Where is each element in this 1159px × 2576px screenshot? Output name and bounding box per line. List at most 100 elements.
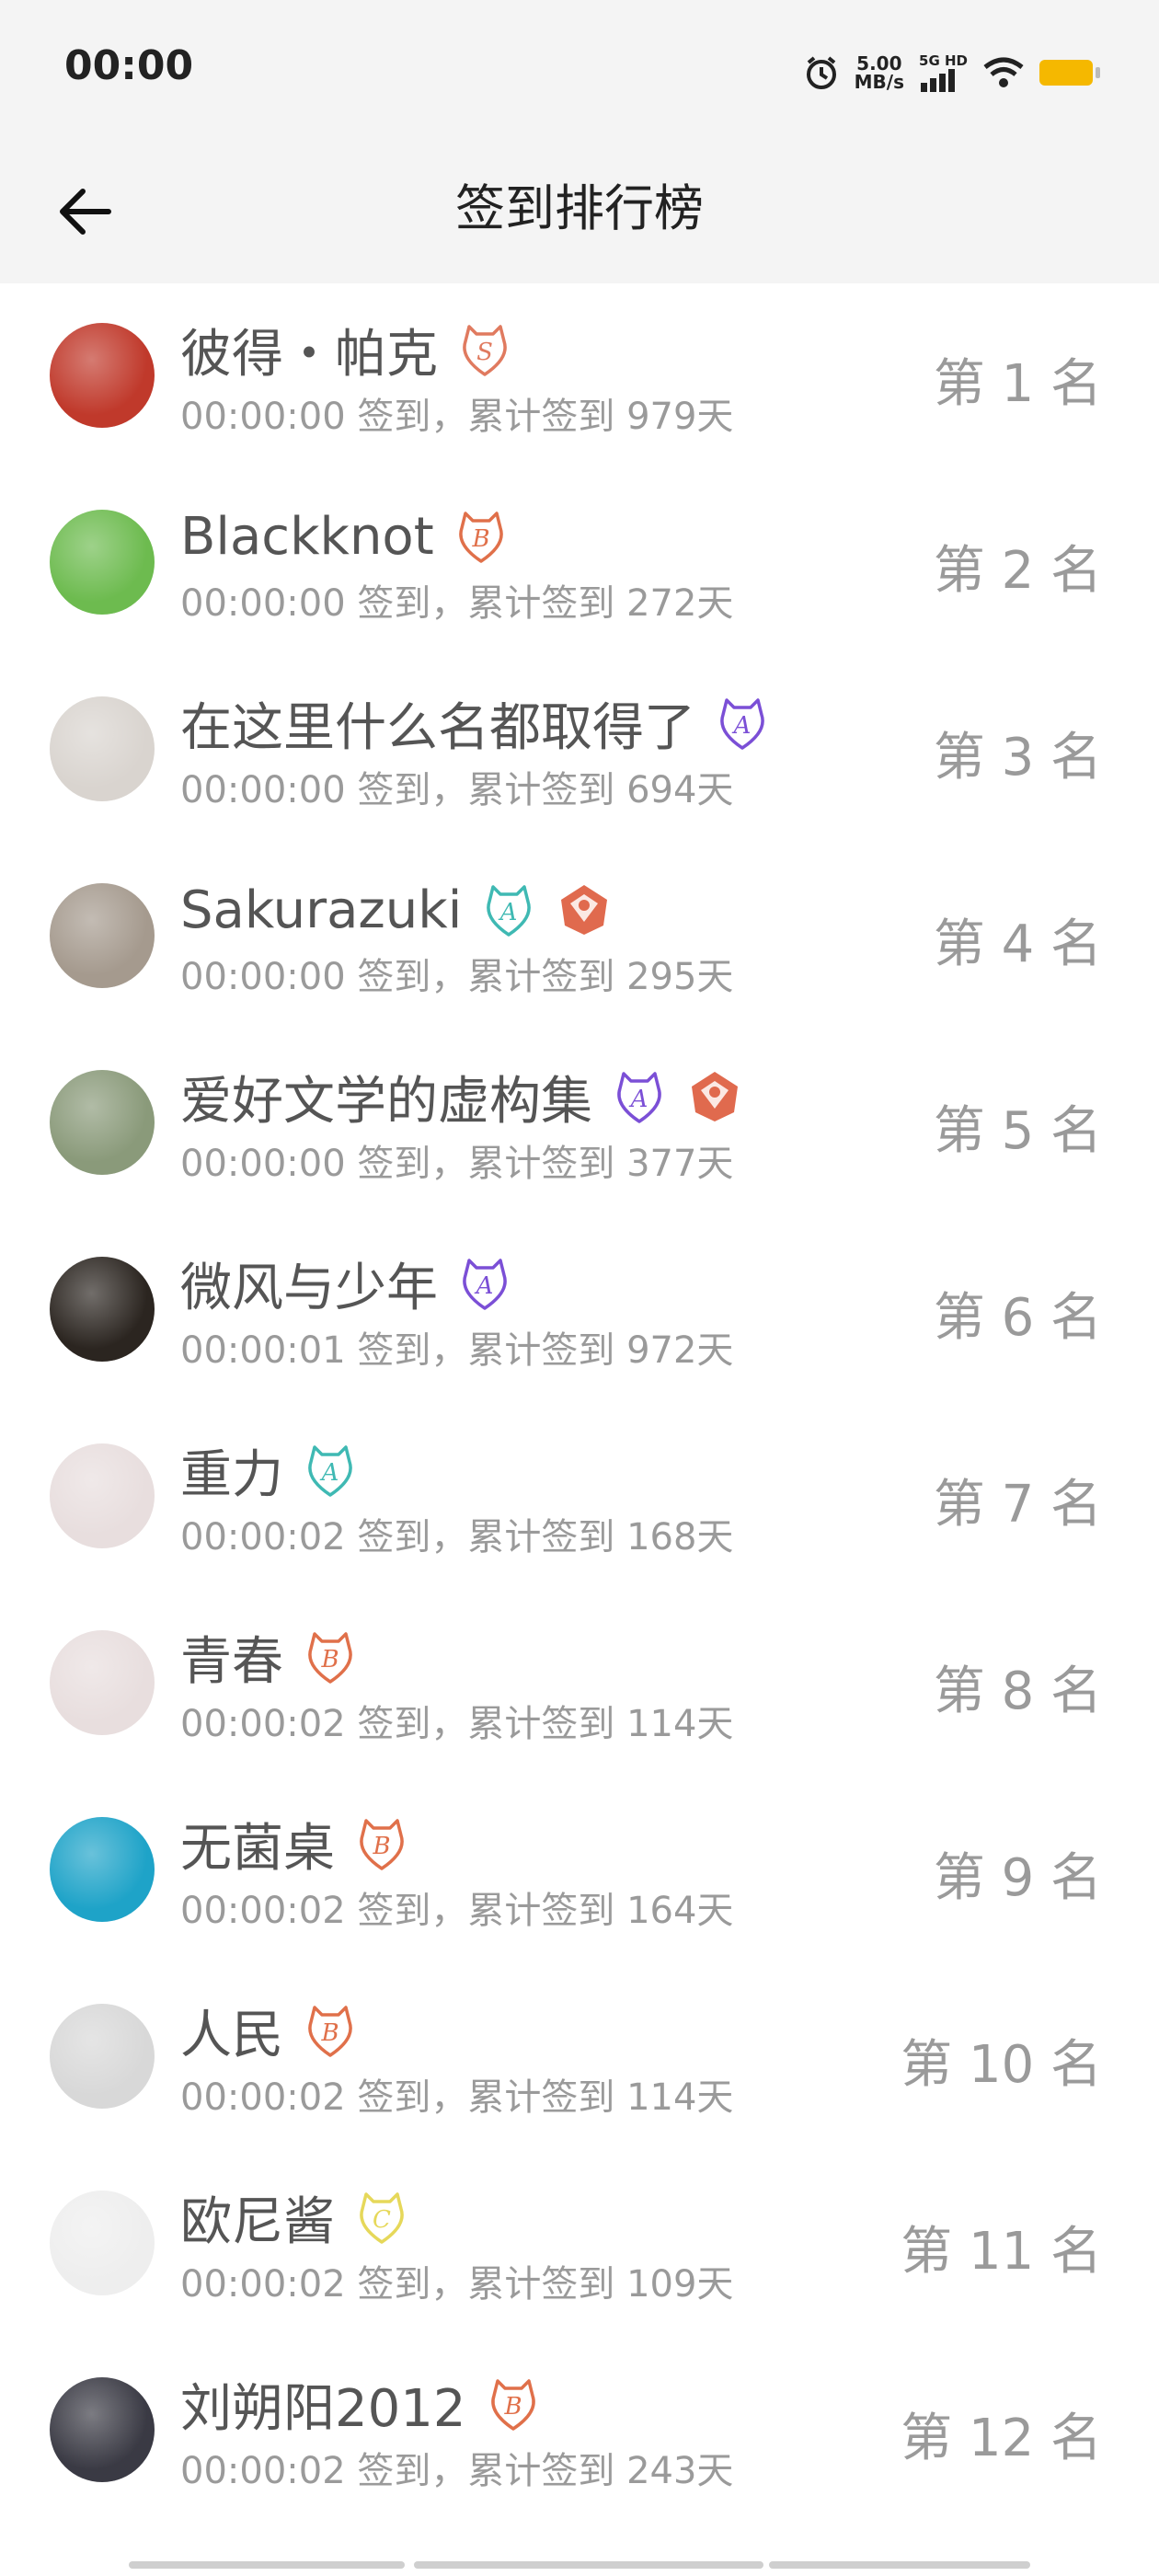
list-item[interactable]: 无菌桌 B 00:00:02 签到，累计签到 164天 第 9 名 (0, 1777, 1159, 1964)
cell-signal: 5G HD (919, 52, 968, 92)
user-name[interactable]: 微风与少年 (180, 1247, 438, 1321)
app-header: 签到排行榜 (0, 138, 1159, 283)
rank-label: 第 9 名 (933, 1848, 1102, 1908)
user-name[interactable]: Blackknot (180, 507, 434, 567)
list-item[interactable]: 青春 B 00:00:02 签到，累计签到 114天 第 8 名 (0, 1591, 1159, 1777)
net-speed-unit: MB/s (854, 71, 905, 93)
list-item[interactable]: 人民 B 00:00:02 签到，累计签到 114天 第 10 名 (0, 1964, 1159, 2151)
user-name[interactable]: 无菌桌 (180, 1807, 335, 1881)
scroll-indicator (129, 2561, 405, 2569)
level-badge-icon: A (714, 695, 771, 752)
user-name[interactable]: 爱好文学的虚构集 (180, 1060, 592, 1134)
user-name[interactable]: 在这里什么名都取得了 (180, 686, 695, 761)
rank-label: 第 7 名 (933, 1475, 1102, 1535)
list-item[interactable]: 在这里什么名都取得了 A 00:00:00 签到，累计签到 694天 第 3 名 (0, 657, 1159, 844)
ranking-list: 彼得・帕克 S 00:00:00 签到，累计签到 979天 第 1 名 Blackkno… (0, 283, 1159, 2524)
level-badge-icon: B (353, 1815, 410, 1872)
checkin-info: 00:00:02 签到，累计签到 168天 (180, 1516, 734, 1558)
svg-text:B: B (372, 1833, 390, 1860)
user-name[interactable]: 人民 (180, 1994, 283, 2068)
checkin-info: 00:00:02 签到，累计签到 114天 (180, 1703, 734, 1745)
checkin-info: 00:00:02 签到，累计签到 114天 (180, 2076, 734, 2119)
checkin-info: 00:00:00 签到，累计签到 295天 (180, 956, 734, 998)
page-title: 签到排行榜 (455, 179, 704, 237)
name-line: 在这里什么名都取得了 A (180, 688, 771, 758)
status-icons: 5.00 MB/s 5G HD (803, 50, 1100, 96)
rank-label: 第 4 名 (933, 914, 1102, 974)
svg-text:S: S (476, 339, 493, 366)
user-name[interactable]: 彼得・帕克 (180, 313, 438, 387)
avatar[interactable] (50, 1630, 155, 1735)
avatar[interactable] (50, 2191, 155, 2295)
avatar[interactable] (50, 2004, 155, 2109)
net-speed: 5.00 MB/s (855, 54, 904, 91)
avatar[interactable] (50, 696, 155, 801)
level-badge-icon: B (485, 2375, 542, 2432)
checkin-info: 00:00:00 签到，累计签到 694天 (180, 769, 734, 811)
svg-text:A: A (320, 1459, 339, 1487)
status-time: 00:00 (64, 42, 194, 89)
checkin-info: 00:00:02 签到，累计签到 243天 (180, 2450, 734, 2492)
name-line: 彼得・帕克 S (180, 315, 513, 385)
svg-text:B: B (503, 2393, 522, 2421)
user-name[interactable]: 刘朔阳2012 (180, 2367, 466, 2442)
level-badge-icon: A (611, 1068, 668, 1125)
name-line: 爱好文学的虚构集 A (180, 1062, 743, 1132)
svg-text:A: A (475, 1272, 494, 1300)
avatar[interactable] (50, 1443, 155, 1548)
rank-label: 第 3 名 (933, 728, 1102, 788)
list-item[interactable]: 欧尼酱 C 00:00:02 签到，累计签到 109天 第 11 名 (0, 2151, 1159, 2338)
avatar[interactable] (50, 883, 155, 988)
avatar[interactable] (50, 2377, 155, 2482)
name-line: 重力 A (180, 1435, 359, 1505)
net-speed-value: 5.00 (856, 52, 902, 75)
scroll-indicator (414, 2561, 763, 2569)
name-line: 青春 B (180, 1622, 359, 1692)
user-name[interactable]: 欧尼酱 (180, 2180, 335, 2255)
svg-text:B: B (471, 525, 489, 553)
rank-label: 第 2 名 (933, 541, 1102, 601)
avatar[interactable] (50, 1257, 155, 1362)
svg-text:A: A (499, 899, 518, 926)
list-item[interactable]: 重力 A 00:00:02 签到，累计签到 168天 第 7 名 (0, 1404, 1159, 1591)
svg-text:A: A (629, 1086, 648, 1113)
level-badge-icon: B (453, 508, 510, 565)
name-line: 微风与少年 A (180, 1248, 513, 1318)
level-badge-icon: S (456, 321, 513, 378)
list-item[interactable]: Sakurazuki A 00:00:00 签到，累计签到 295天 第 4 名 (0, 844, 1159, 1030)
checkin-info: 00:00:00 签到，累计签到 377天 (180, 1143, 734, 1185)
user-name[interactable]: Sakurazuki (180, 880, 462, 940)
rank-label: 第 11 名 (901, 2222, 1102, 2282)
level-badge-icon: A (302, 1442, 359, 1499)
avatar[interactable] (50, 1817, 155, 1922)
checkin-info: 00:00:02 签到，累计签到 164天 (180, 1890, 734, 1932)
list-item[interactable]: 微风与少年 A 00:00:01 签到，累计签到 972天 第 6 名 (0, 1217, 1159, 1404)
level-badge-icon: B (302, 2002, 359, 2059)
medal-badge-icon (556, 881, 613, 938)
name-line: 欧尼酱 C (180, 2182, 410, 2252)
user-name[interactable]: 重力 (180, 1433, 283, 1508)
name-line: Blackknot B (180, 501, 510, 571)
alarm-icon (806, 56, 836, 89)
rank-label: 第 6 名 (933, 1288, 1102, 1348)
svg-text:B: B (320, 2019, 339, 2047)
next-row-partial (0, 2524, 1159, 2576)
name-line: 刘朔阳2012 B (180, 2369, 542, 2439)
svg-text:B: B (320, 1646, 339, 1673)
rank-label: 第 5 名 (933, 1101, 1102, 1161)
svg-text:A: A (732, 712, 752, 740)
rank-label: 第 1 名 (933, 354, 1102, 414)
list-item[interactable]: 爱好文学的虚构集 A 00:00:00 签到，累计签到 377天 第 5 名 (0, 1030, 1159, 1217)
avatar[interactable] (50, 1070, 155, 1175)
avatar[interactable] (50, 510, 155, 615)
list-item[interactable]: Blackknot B 00:00:00 签到，累计签到 272天 第 2 名 (0, 470, 1159, 657)
checkin-info: 00:00:02 签到，累计签到 109天 (180, 2263, 734, 2306)
list-item[interactable]: 彼得・帕克 S 00:00:00 签到，累计签到 979天 第 1 名 (0, 283, 1159, 470)
user-name[interactable]: 青春 (180, 1620, 283, 1695)
level-badge-icon: A (456, 1255, 513, 1312)
list-item[interactable]: 刘朔阳2012 B 00:00:02 签到，累计签到 243天 第 12 名 (0, 2338, 1159, 2524)
rank-label: 第 10 名 (901, 2035, 1102, 2095)
avatar[interactable] (50, 323, 155, 428)
svg-text:C: C (373, 2206, 391, 2234)
network-label: 5G HD (919, 52, 968, 69)
